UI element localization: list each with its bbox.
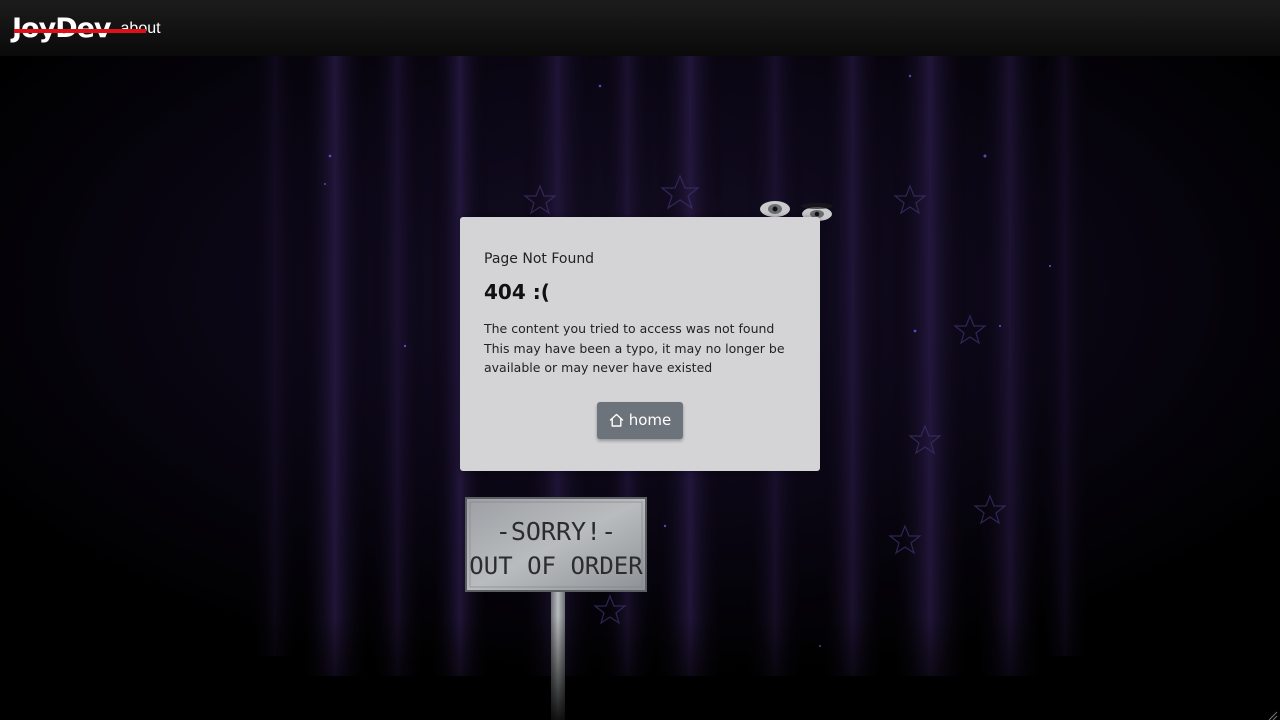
sign-line-1: -SORRY!- [496,517,616,546]
home-button-wrap: home [484,401,796,439]
sign-line-2: OUT OF ORDER [469,552,643,580]
not-found-page: JoyDev about [0,0,1280,720]
card-body-line: available or may never have existed [484,360,713,375]
card-body: The content you tried to access was not … [484,319,796,378]
nav-link-about[interactable]: about [121,18,161,38]
home-icon [609,413,624,427]
logo-text: JoyDev [12,12,112,44]
card-subtitle: Page Not Found [484,251,595,267]
card-title: 404 :( [484,280,550,304]
card-body-line: The content you tried to access was not … [484,321,775,336]
top-navbar: JoyDev about [0,0,1280,56]
not-found-card: Page Not Found 404 :( The content you tr… [460,217,820,471]
home-button-label: home [628,411,672,429]
card-body-line: This may have been a typo, it may no lon… [484,340,785,356]
resize-grip-icon[interactable] [1266,706,1278,720]
logo-red-stripe [14,29,146,33]
site-logo[interactable]: JoyDev [12,12,146,44]
home-button[interactable]: home [596,401,684,439]
